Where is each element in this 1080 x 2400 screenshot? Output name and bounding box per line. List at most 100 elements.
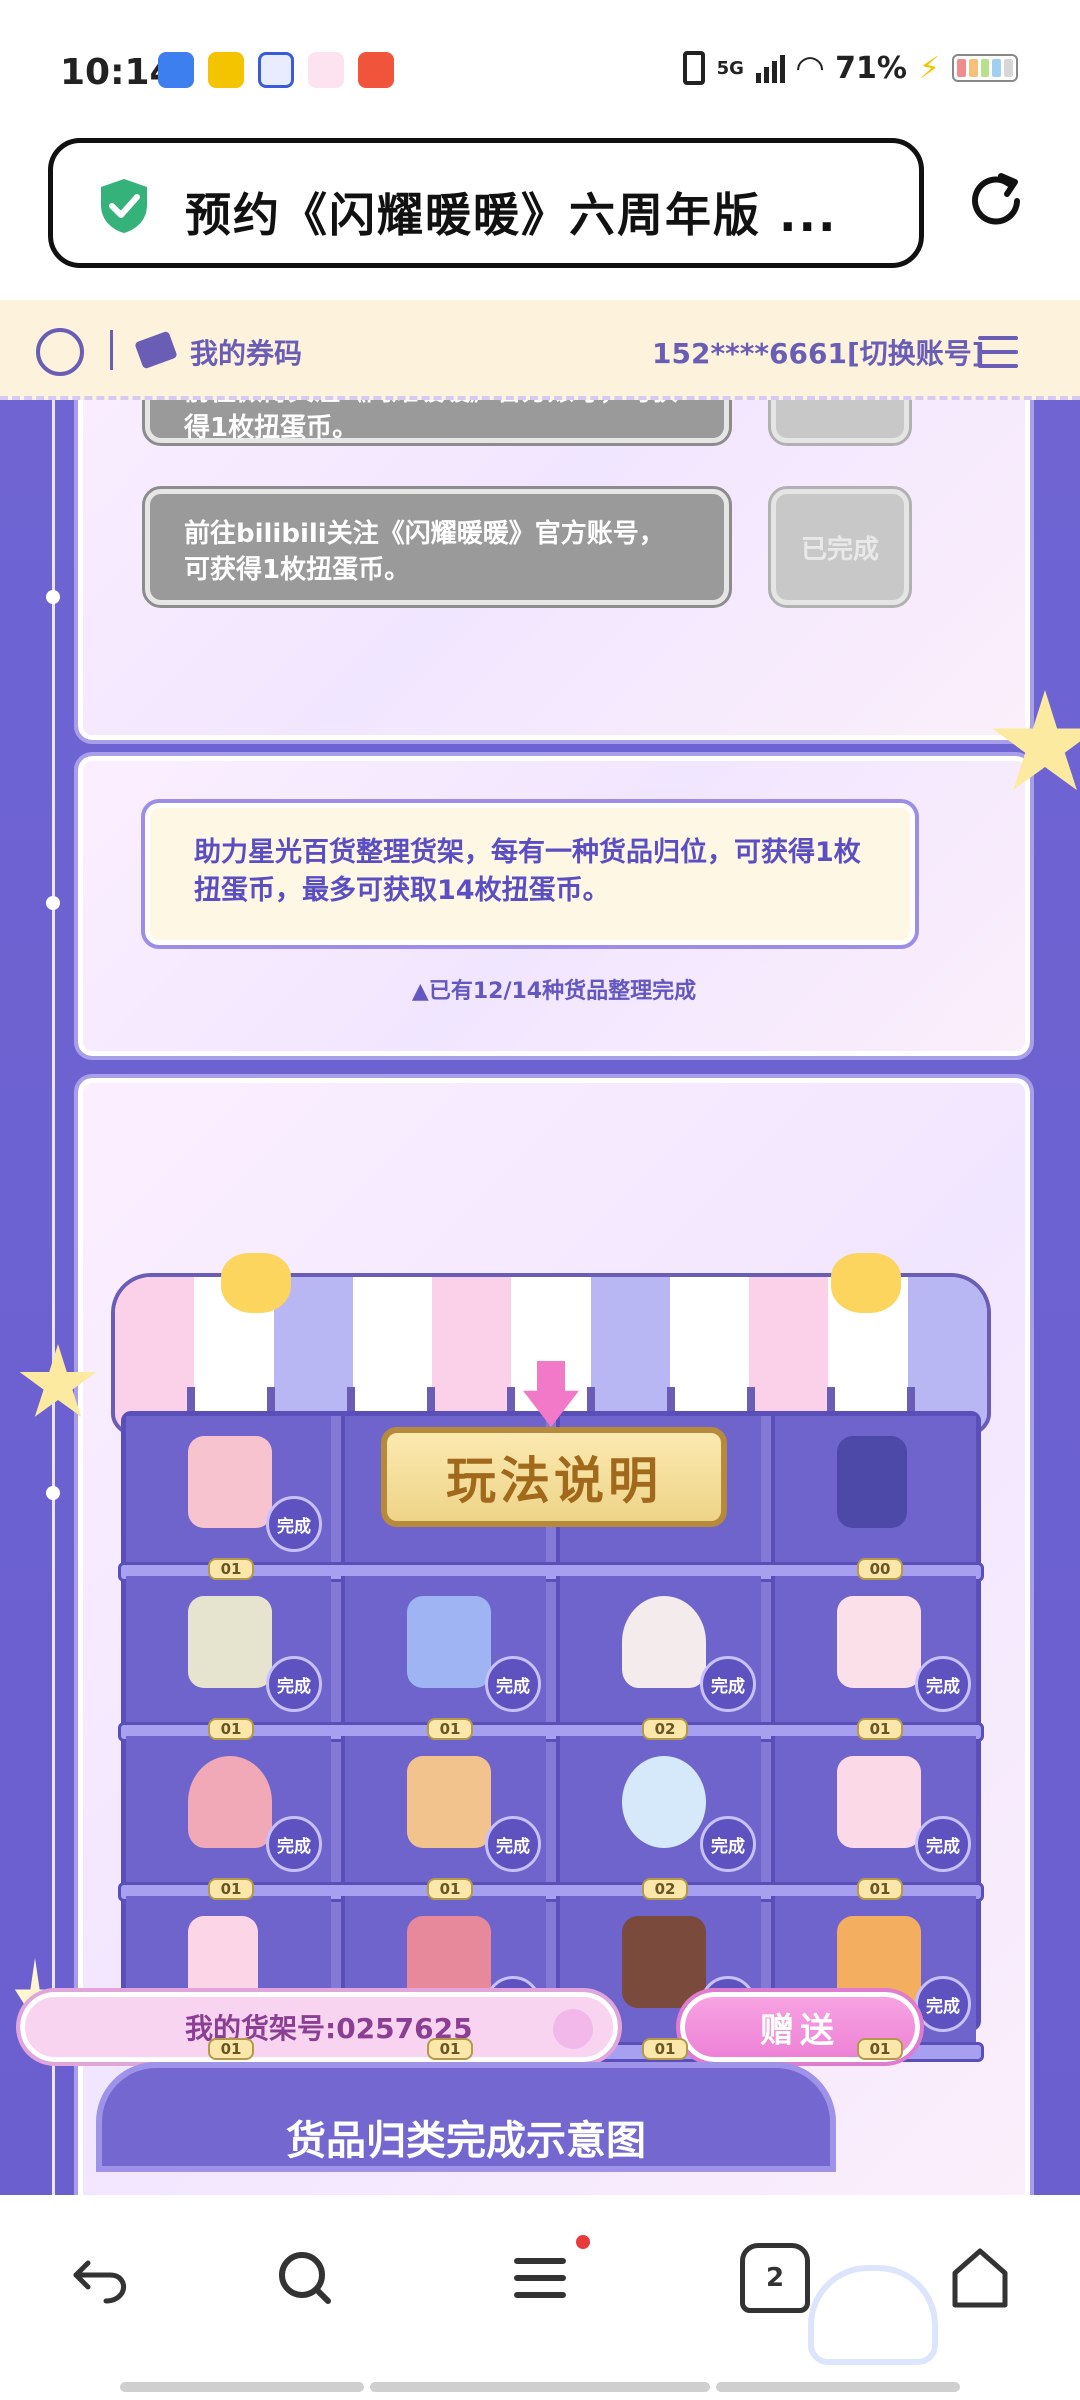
network-label: 5G: [716, 57, 744, 79]
cat-ornament-right: [831, 1253, 901, 1313]
vibrate-icon: [682, 51, 705, 85]
bunny-mug-icon: [837, 1596, 921, 1688]
ticket-icon: [134, 330, 178, 370]
notification-dot: [576, 2235, 590, 2249]
item-count: 01: [208, 1718, 254, 1740]
status-bar: 10:14 5G ◠ 71% ⚡: [0, 0, 1080, 135]
charging-icon: ⚡: [918, 50, 940, 86]
shelf-slot[interactable]: 完成 01: [126, 1416, 331, 1580]
task-bilibili: 前往bilibili关注《闪耀暖暖》官方账号，可获得1枚扭蛋币。: [142, 486, 732, 608]
shelf-row: 完成 01 完成 01 完成 02 完成 01: [118, 1736, 984, 1902]
perfume-bottle-icon: [407, 1596, 491, 1688]
item-count: 01: [427, 2038, 473, 2060]
game-app-icon: [358, 52, 394, 88]
done-badge: 完成: [700, 1816, 756, 1872]
shelf-task-description: 助力星光百货整理货架，每有一种货品归位，可获得1枚扭蛋币，最多可获取14枚扭蛋币…: [141, 799, 919, 949]
shelf-slot[interactable]: 00: [771, 1416, 976, 1580]
copy-icon[interactable]: [553, 2009, 593, 2049]
milk-carton-icon: [837, 1756, 921, 1848]
shell-ring-icon: [622, 1596, 706, 1688]
shop-shelves: 玩法说明 完成 01 00 完成 01 完成 01 完成 02 完成 01 完成…: [111, 1211, 991, 2062]
item-count: 01: [857, 1878, 903, 1900]
battery-percent: 71%: [835, 50, 907, 86]
shelf-slot[interactable]: 完成 01: [341, 1736, 546, 1900]
item-count: 01: [642, 2038, 688, 2060]
signal-icon: [755, 53, 785, 83]
tabs-icon[interactable]: 2: [740, 2243, 810, 2313]
site-header: 我的券码 152****6661[切换账号]: [0, 300, 1080, 400]
shelf-task-panel: 助力星光百货整理货架，每有一种货品归位，可获得1枚扭蛋币，最多可获取14枚扭蛋币…: [74, 752, 1034, 1060]
notebook-icon: [837, 1436, 907, 1528]
search-icon[interactable]: [270, 2243, 340, 2313]
timeline-dot: [46, 590, 60, 604]
done-badge: 完成: [266, 1656, 322, 1712]
complete-diagram-button[interactable]: 货品归类完成示意图: [96, 2062, 836, 2172]
cake-slice-icon: [622, 1916, 706, 2008]
item-count: 01: [857, 2038, 903, 2060]
battery-icon: [952, 54, 1018, 82]
pink-cap-icon: [188, 1756, 272, 1848]
shelf-slot[interactable]: 完成 01: [126, 1576, 331, 1740]
done-badge: 完成: [915, 1976, 971, 2032]
account-switch-link[interactable]: 152****6661[切换账号]: [652, 332, 985, 372]
shelf-slot[interactable]: 完成 01: [126, 1736, 331, 1900]
shelf-slot[interactable]: 完成 02: [556, 1576, 761, 1740]
item-count: 01: [208, 1878, 254, 1900]
timeline-rail: [52, 300, 55, 2195]
crown-app-icon: [308, 52, 344, 88]
done-badge: 完成: [485, 1816, 541, 1872]
shelf-slot[interactable]: 完成 01: [341, 1576, 546, 1740]
address-bar[interactable]: 预约《闪耀暖暖》六周年版 ...: [48, 138, 924, 268]
meituan-icon: [208, 52, 244, 88]
task-bilibili-done-button[interactable]: 已完成: [768, 486, 912, 608]
item-count: 01: [427, 1878, 473, 1900]
done-badge: 完成: [915, 1816, 971, 1872]
web-content[interactable]: 我的券码 152****6661[切换账号] 前往微博关注《闪耀暖暖》官方账号，…: [0, 300, 1080, 2195]
rabbit-backpack-icon: [188, 1436, 272, 1528]
item-count: 01: [427, 1718, 473, 1740]
baidu-icon: [258, 52, 294, 88]
item-count: 01: [208, 2038, 254, 2060]
browser-icon: [158, 52, 194, 88]
done-badge: 完成: [266, 1816, 322, 1872]
shelf-slot[interactable]: 完成 01: [771, 1576, 976, 1740]
gesture-bar: [120, 2382, 364, 2392]
menu-icon[interactable]: [505, 2243, 575, 2313]
status-right: 5G ◠ 71% ⚡: [682, 48, 1018, 88]
shelf-slot[interactable]: 完成 01: [771, 1736, 976, 1900]
item-count: 01: [857, 1718, 903, 1740]
suitcase-icon: [407, 1756, 491, 1848]
done-badge: 完成: [915, 1656, 971, 1712]
gesture-bar: [716, 2382, 960, 2392]
reload-icon[interactable]: [965, 170, 1027, 232]
divider: [110, 330, 113, 370]
rules-button[interactable]: 玩法说明: [381, 1427, 727, 1527]
shelf-number: 我的货架号:0257625: [16, 1988, 622, 2066]
wifi-icon: ◠: [796, 48, 824, 88]
flower-basket-icon: [188, 1596, 272, 1688]
gesture-bar: [370, 2382, 710, 2392]
browser-toolbar: 2: [0, 2195, 1080, 2400]
shelf-progress-text: ▲已有12/14种货品整理完成: [411, 979, 697, 1004]
timeline-dot: [46, 896, 60, 910]
item-count: 00: [857, 1558, 903, 1580]
notification-icons: [158, 52, 394, 88]
tab-count: 2: [765, 2263, 785, 2293]
home-icon[interactable]: [945, 2243, 1015, 2313]
done-badge: 完成: [700, 1656, 756, 1712]
hamburger-menu-icon[interactable]: [978, 336, 1018, 368]
done-badge: 完成: [485, 1656, 541, 1712]
security-shield-icon: [101, 179, 147, 233]
done-badge: 完成: [266, 1496, 322, 1552]
clock-icon[interactable]: [36, 328, 84, 376]
item-count: 02: [642, 1718, 688, 1740]
crystal-ball-icon: [622, 1756, 706, 1848]
item-count: 02: [642, 1878, 688, 1900]
cat-ornament-left: [221, 1253, 291, 1313]
my-codes-link[interactable]: 我的券码: [190, 332, 302, 372]
shelf-row: 完成 01 完成 01 完成 02 完成 01: [118, 1576, 984, 1742]
page-title: 预约《闪耀暖暖》六周年版 ...: [185, 188, 838, 242]
back-icon[interactable]: [66, 2243, 136, 2313]
item-count: 01: [208, 1558, 254, 1580]
shelf-slot[interactable]: 完成 02: [556, 1736, 761, 1900]
